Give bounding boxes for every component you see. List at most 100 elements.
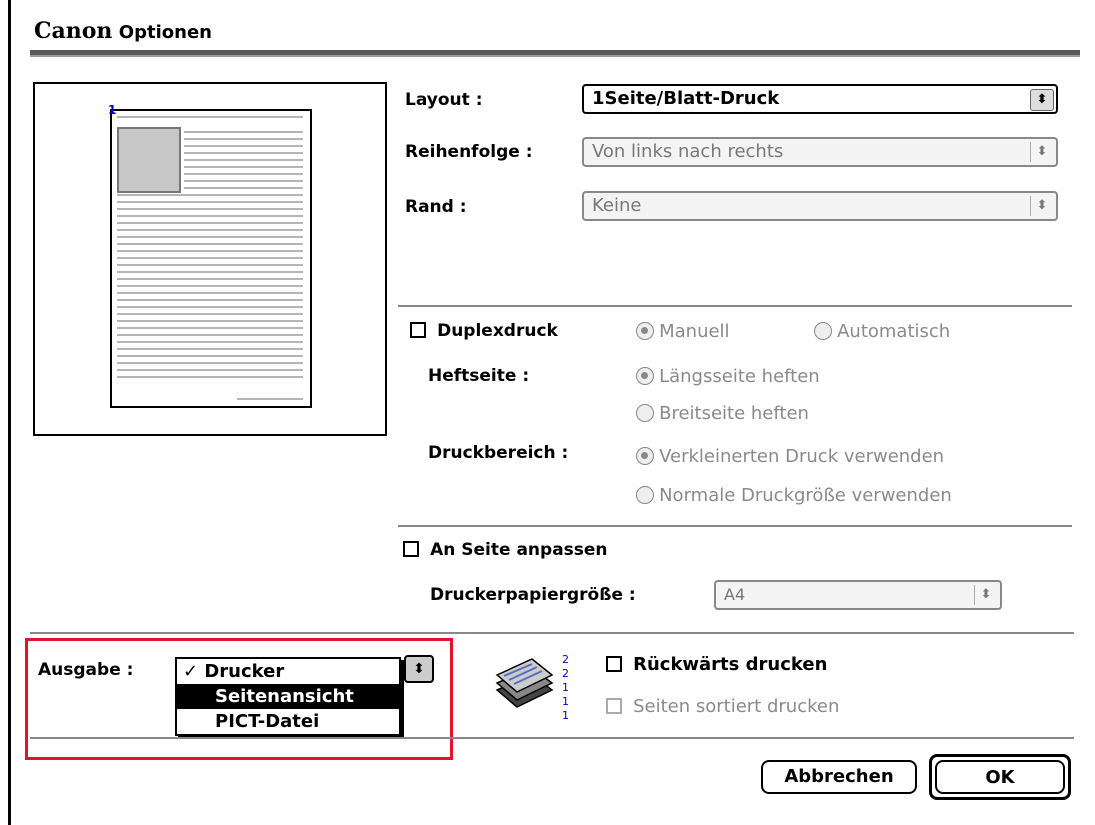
preview-line [184,166,303,168]
preview-line [117,334,303,336]
duplex-manual-radio[interactable]: Manuell [636,321,730,342]
preview-line [184,180,303,182]
order-popup[interactable]: Von links nach rechts ⬍ [582,137,1058,167]
preview-line [117,299,303,301]
print-area-label: Druckbereich : [428,443,569,463]
binding-long-radio[interactable]: Längsseite heften [636,366,820,387]
radio-icon [636,447,654,465]
preview-line [117,376,303,378]
preview-line [237,398,303,400]
checkbox-icon [606,698,622,714]
preview-line [184,145,303,147]
duplex-label: Duplexdruck [437,321,558,341]
preview-line [184,159,303,161]
preview-line [117,222,303,224]
window-left-border [8,0,11,825]
page-stack-icon: 2 2 1 1 1 [492,645,572,729]
preview-line [184,173,303,175]
area-reduced-radio[interactable]: Verkleinerten Druck verwenden [636,446,944,467]
paper-size-popup[interactable]: A4 ⬍ [714,580,1002,610]
binding-label: Heftseite : [428,366,530,386]
svg-text:1: 1 [562,709,569,722]
preview-page-number: 1 [108,103,117,117]
ok-button[interactable]: OK [935,760,1065,794]
checkbox-icon [410,322,426,338]
preview-line [117,201,303,203]
preview-line [117,327,303,329]
popup-arrows-icon: ⬍ [1030,89,1054,111]
border-popup[interactable]: Keine ⬍ [582,191,1058,221]
fit-page-label: An Seite anpassen [430,540,608,560]
fit-page-checkbox[interactable]: An Seite anpassen [403,540,608,560]
radio-icon [636,486,654,504]
preview-line [117,215,303,217]
preview-line [184,187,303,189]
highlight-box [25,638,453,760]
preview-line [117,362,303,364]
layout-popup[interactable]: 1Seite/Blatt-Druck ⬍ [582,84,1058,114]
preview-line [184,152,303,154]
collate-label: Seiten sortiert drucken [633,696,840,717]
popup-arrows-icon: ⬍ [1030,196,1053,216]
preview-line [117,243,303,245]
preview-line [184,131,303,133]
border-popup-value: Keine [592,195,642,216]
preview-line [117,264,303,266]
section-divider [398,305,1072,307]
binding-short-label: Breitseite heften [659,403,809,424]
preview-line [117,320,303,322]
svg-text:1: 1 [562,681,569,694]
section-divider [398,525,1072,527]
preview-line [117,194,303,196]
collate-checkbox[interactable]: Seiten sortiert drucken [606,696,839,717]
radio-icon [636,367,654,385]
order-popup-value: Von links nach rechts [592,141,784,162]
preview-thumbnail [117,127,181,193]
preview-line [117,236,303,238]
paper-size-label: Druckerpapiergröße : [430,585,636,605]
binding-short-radio[interactable]: Breitseite heften [636,403,809,424]
canon-logo: Canon [34,18,113,44]
svg-text:1: 1 [562,695,569,708]
preview-line [117,208,303,210]
preview-line [117,313,303,315]
preview-line [117,229,303,231]
cancel-button[interactable]: Abbrechen [761,760,917,794]
svg-text:2: 2 [562,667,569,680]
checkbox-icon [606,656,622,672]
preview-line [117,278,303,280]
dialog-title-text: Optionen [118,22,212,43]
reverse-print-label: Rückwärts drucken [633,654,828,675]
popup-arrows-icon: ⬍ [1030,142,1053,162]
layout-popup-value: 1Seite/Blatt-Druck [592,88,780,109]
binding-long-label: Längsseite heften [659,366,820,387]
svg-text:2: 2 [562,653,569,666]
preview-line [117,306,303,308]
section-divider [30,737,1074,739]
layout-label: Layout : [405,90,483,110]
preview-line [117,292,303,294]
order-label: Reihenfolge : [405,142,533,162]
checkbox-icon [403,541,419,557]
title-separator [30,50,1080,57]
border-label: Rand : [405,197,467,217]
preview-line [117,257,303,259]
radio-icon [814,322,832,340]
radio-icon [636,404,654,422]
duplex-auto-radio[interactable]: Automatisch [814,321,950,342]
radio-icon [636,322,654,340]
preview-page: 1 [108,103,312,408]
area-reduced-label: Verkleinerten Druck verwenden [659,446,945,467]
preview-line [117,348,303,350]
preview-line [117,341,303,343]
preview-line [184,138,303,140]
preview-line [117,271,303,273]
duplex-checkbox[interactable]: Duplexdruck [410,321,558,341]
preview-line [117,285,303,287]
duplex-manual-label: Manuell [659,321,730,342]
area-normal-radio[interactable]: Normale Druckgröße verwenden [636,485,952,506]
layout-preview: 1 [33,82,387,436]
preview-line [117,369,303,371]
ok-button-frame[interactable]: OK [929,754,1071,800]
reverse-print-checkbox[interactable]: Rückwärts drucken [606,654,827,675]
